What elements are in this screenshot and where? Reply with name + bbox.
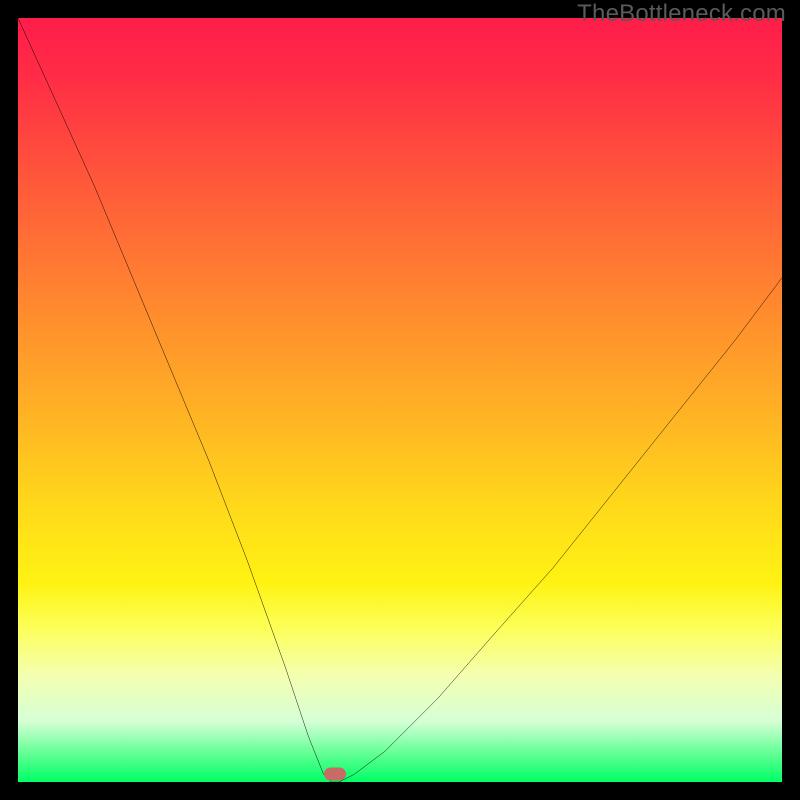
bottleneck-curve <box>18 18 782 782</box>
curve-svg <box>18 18 782 782</box>
plot-area <box>18 18 782 782</box>
watermark-text: TheBottleneck.com <box>577 0 786 28</box>
chart-frame: TheBottleneck.com <box>0 0 800 800</box>
minimum-marker <box>324 768 346 781</box>
